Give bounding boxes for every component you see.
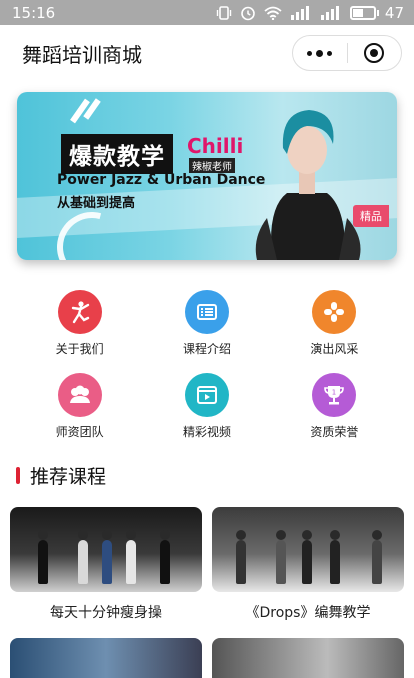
course-thumbnail-partial[interactable] [212, 638, 404, 678]
vibrate-icon [216, 5, 232, 20]
menu-item-honors[interactable]: 1 资质荣誉 [271, 373, 398, 440]
flower-icon [312, 290, 357, 334]
nav-bar: 舞蹈培训商城 [0, 25, 414, 81]
trophy-icon: 1 [312, 373, 357, 417]
miniprogram-capsule [292, 35, 402, 71]
battery-icon [349, 5, 376, 20]
team-icon [57, 373, 102, 417]
course-card[interactable]: 每天十分钟瘦身操 [10, 507, 202, 622]
course-title: 每天十分钟瘦身操 [50, 605, 162, 621]
course-list: 每天十分钟瘦身操 《Drops》编舞教学 [0, 507, 414, 622]
menu-item-performance[interactable]: 演出风采 [271, 290, 398, 357]
menu-item-courses[interactable]: 课程介绍 [143, 290, 270, 357]
signal-icon-2 [320, 5, 339, 20]
menu-item-teachers[interactable]: 师资团队 [16, 373, 143, 440]
menu-label: 师资团队 [55, 425, 104, 439]
banner-teacher-name: Chilli [187, 134, 244, 158]
course-card[interactable]: 《Drops》编舞教学 [212, 507, 404, 622]
more-dots-icon [307, 49, 333, 57]
menu-label: 资质荣誉 [310, 425, 359, 439]
list-icon [184, 290, 229, 334]
banner-tag: 爆款教学 [61, 134, 173, 174]
course-title: 《Drops》编舞教学 [245, 605, 371, 621]
promo-banner[interactable]: 爆款教学 Chilli 辣椒老师 Power Jazz & Urban Danc… [17, 92, 397, 260]
signal-icon-1 [290, 5, 309, 20]
menu-label: 演出风采 [310, 342, 359, 356]
menu-label: 关于我们 [55, 342, 104, 356]
banner-badge: 精品 [353, 205, 389, 227]
dancer-icon [57, 290, 102, 334]
menu-item-videos[interactable]: 精彩视频 [143, 373, 270, 440]
course-thumbnail [10, 507, 202, 592]
svg-text:1: 1 [332, 389, 336, 397]
section-header: 推荐课程 [16, 462, 414, 489]
banner-course-title: Power Jazz & Urban Dance [57, 172, 266, 188]
status-icons: 47 [216, 4, 404, 22]
section-title: 推荐课程 [30, 466, 107, 488]
close-target-icon [364, 43, 385, 63]
status-bar: 15:16 47 [0, 0, 414, 25]
course-list-next-row [0, 638, 414, 678]
banner-teacher-subname: 辣椒老师 [189, 158, 235, 173]
video-icon [184, 373, 229, 417]
menu-item-about[interactable]: 关于我们 [16, 290, 143, 357]
page-title: 舞蹈培训商城 [22, 42, 142, 67]
close-miniprogram-button[interactable] [348, 36, 402, 70]
battery-level: 47 [384, 3, 404, 22]
alarm-icon [241, 6, 255, 20]
menu-grid: 关于我们 课程介绍 演出风采 师资团队 精彩视频 1 资质荣誉 [0, 290, 414, 440]
banner-course-subtitle: 从基础到提高 [57, 196, 136, 211]
section-accent-bar [16, 467, 20, 484]
course-thumbnail-partial[interactable] [10, 638, 202, 678]
course-thumbnail [212, 507, 404, 592]
menu-label: 课程介绍 [182, 342, 231, 356]
wifi-icon [264, 6, 282, 20]
menu-label: 精彩视频 [182, 425, 231, 439]
more-button[interactable] [293, 36, 347, 70]
status-time: 15:16 [12, 3, 56, 22]
battery-indicator: 47 [349, 3, 404, 22]
